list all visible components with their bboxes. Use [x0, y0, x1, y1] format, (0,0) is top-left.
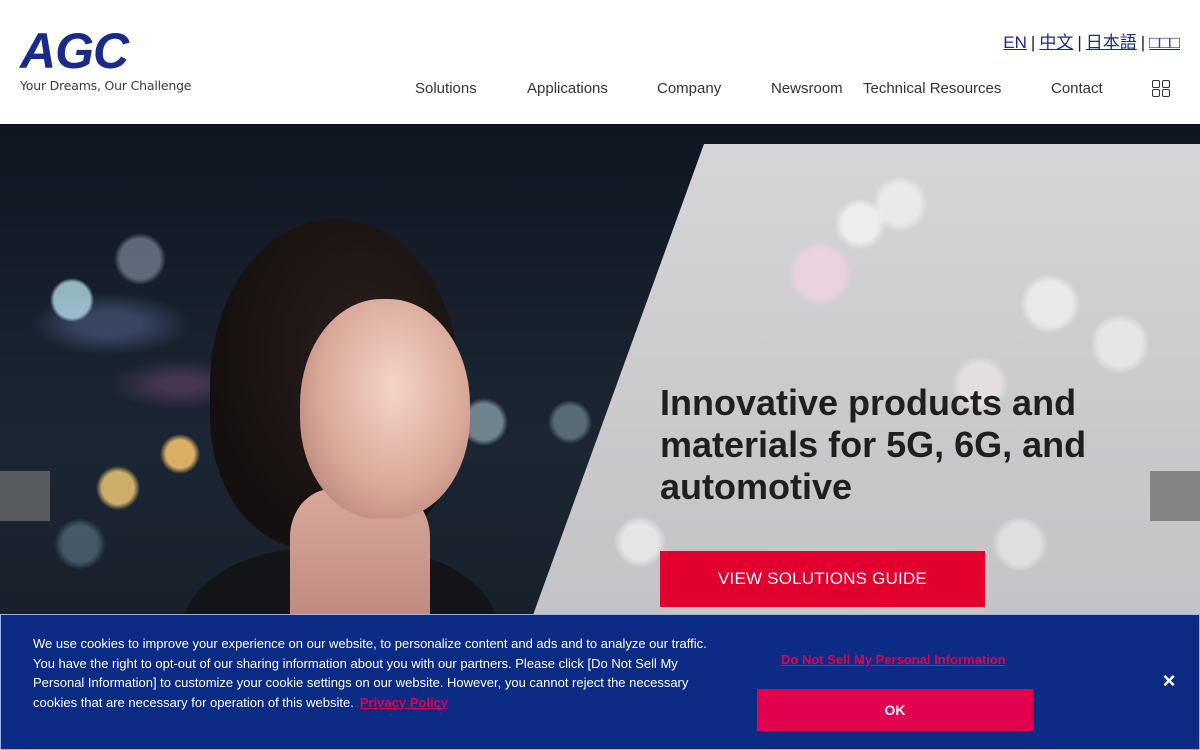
- lang-separator: |: [1030, 33, 1036, 52]
- logo-mark: AGC: [20, 23, 129, 79]
- hero-title: Innovative products and materials for 5G…: [660, 382, 1087, 507]
- privacy-policy-link[interactable]: Privacy Policy: [360, 695, 448, 710]
- nav-item-technical-resources[interactable]: Technical Resources: [863, 80, 1001, 97]
- language-switcher: EN | 中文 | 日本語 | □□□: [1003, 28, 1180, 53]
- nav-item-company[interactable]: Company: [657, 80, 721, 97]
- nav-item-applications[interactable]: Applications: [527, 80, 608, 97]
- lang-ja-link[interactable]: 日本語: [1086, 33, 1137, 52]
- lang-en-link[interactable]: EN: [1003, 33, 1027, 52]
- cookie-ok-button[interactable]: OK: [757, 689, 1033, 731]
- lang-separator: |: [1140, 33, 1146, 52]
- nav-item-contact[interactable]: Contact: [1051, 80, 1103, 97]
- main-nav: Solutions Applications Company Newsroom …: [0, 80, 1200, 100]
- grid-menu-icon[interactable]: [1152, 80, 1172, 98]
- lang-ko-link[interactable]: □□□: [1149, 33, 1180, 52]
- lang-separator: |: [1077, 33, 1082, 52]
- cookie-message: We use cookies to improve your experienc…: [33, 634, 723, 712]
- nav-item-solutions[interactable]: Solutions: [415, 80, 477, 97]
- cookie-consent-banner: We use cookies to improve your experienc…: [0, 614, 1200, 750]
- view-solutions-guide-button[interactable]: VIEW SOLUTIONS GUIDE: [660, 551, 985, 607]
- previous-slide-button[interactable]: [0, 471, 50, 521]
- do-not-sell-link[interactable]: Do Not Sell My Personal Information: [781, 652, 1006, 667]
- close-icon[interactable]: ×: [1157, 669, 1181, 693]
- lang-zh-link[interactable]: 中文: [1039, 33, 1073, 52]
- nav-item-newsroom[interactable]: Newsroom: [771, 80, 843, 97]
- site-header: AGC Your Dreams, Our Challenge EN | 中文 | 日本語…: [0, 0, 1200, 124]
- next-slide-button[interactable]: [1150, 471, 1200, 521]
